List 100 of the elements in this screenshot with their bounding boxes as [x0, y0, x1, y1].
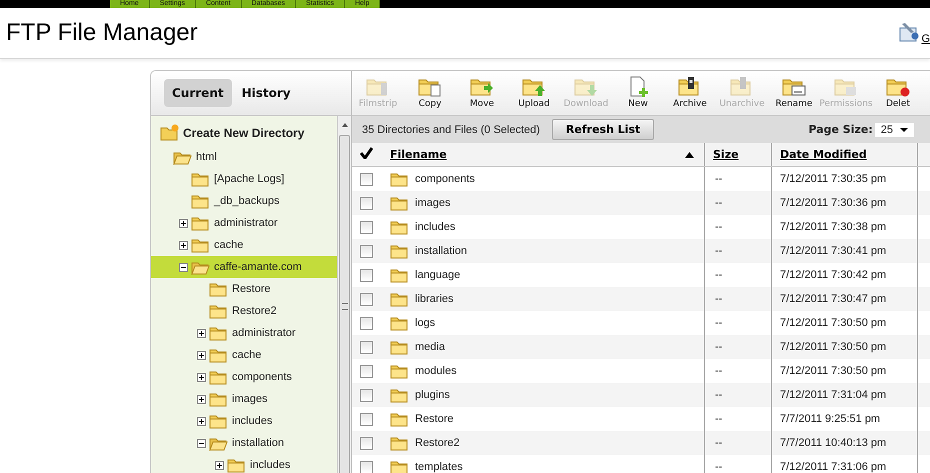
- expand-icon[interactable]: [215, 460, 224, 470]
- view-tab[interactable]: Current: [164, 79, 232, 107]
- folder-icon: [209, 281, 228, 297]
- tree-item[interactable]: includes: [151, 454, 337, 473]
- collapse-icon[interactable]: [179, 262, 188, 272]
- tree-item[interactable]: cache: [151, 344, 337, 366]
- date-modified: 7/12/2011 7:30:38 pm: [780, 221, 886, 233]
- row-checkbox[interactable]: [360, 364, 373, 378]
- folder-icon: [390, 315, 409, 331]
- file-size: --: [715, 437, 722, 449]
- tree-item[interactable]: installation: [151, 432, 337, 454]
- new-folder-icon: [160, 124, 180, 141]
- row-checkbox[interactable]: [360, 292, 373, 306]
- row-checkbox[interactable]: [360, 340, 373, 354]
- file-name[interactable]: modules: [415, 365, 457, 377]
- tree-item[interactable]: administrator: [151, 212, 337, 234]
- expand-icon[interactable]: [197, 328, 206, 338]
- tree-item[interactable]: _db_backups: [151, 190, 337, 212]
- column-header[interactable]: Size: [704, 143, 772, 166]
- tree-item[interactable]: caffe-amante.com: [151, 256, 337, 278]
- file-size: --: [715, 173, 722, 185]
- expand-icon[interactable]: [197, 394, 206, 404]
- folder-icon: [209, 347, 228, 363]
- collapse-icon[interactable]: [197, 438, 206, 448]
- date-modified: 7/12/2011 7:30:50 pm: [780, 317, 886, 329]
- page-size-label: Page Size:: [808, 123, 873, 136]
- page-size-select[interactable]: 25: [874, 122, 914, 136]
- row-checkbox[interactable]: [360, 412, 373, 426]
- row-checkbox[interactable]: [360, 196, 373, 210]
- folder-icon: [390, 171, 409, 187]
- file-size: --: [715, 317, 722, 329]
- toolbar-button[interactable]: Delet: [872, 71, 924, 115]
- tree-item[interactable]: images: [151, 388, 337, 410]
- file-size: --: [715, 389, 722, 401]
- toolbar-button[interactable]: New: [612, 71, 664, 115]
- expand-icon[interactable]: [179, 218, 188, 228]
- create-directory-link[interactable]: Create New Directory: [151, 122, 337, 146]
- file-size: --: [715, 341, 722, 353]
- file-name[interactable]: media: [415, 341, 445, 353]
- header-link[interactable]: G: [921, 32, 930, 44]
- expand-icon[interactable]: [179, 240, 188, 250]
- folder-icon: [390, 387, 409, 403]
- row-checkbox[interactable]: [360, 220, 373, 234]
- date-modified: 7/12/2011 7:30:41 pm: [780, 245, 886, 257]
- file-name[interactable]: Restore: [415, 413, 454, 425]
- toolbar-button[interactable]: Copy: [404, 71, 456, 115]
- file-size: --: [715, 461, 722, 473]
- check-all-icon[interactable]: [360, 147, 373, 159]
- folder-icon: [209, 413, 228, 429]
- file-name[interactable]: components: [415, 173, 475, 185]
- file-name[interactable]: templates: [415, 461, 463, 473]
- expand-icon[interactable]: [197, 416, 206, 426]
- tree-item[interactable]: includes: [151, 410, 337, 432]
- row-checkbox[interactable]: [360, 268, 373, 282]
- file-size: --: [715, 245, 722, 257]
- tree-item[interactable]: Restore: [151, 278, 337, 300]
- tree-item[interactable]: components: [151, 366, 337, 388]
- scroll-thumb[interactable]: [339, 135, 350, 473]
- row-checkbox[interactable]: [360, 172, 373, 186]
- date-modified: 7/7/2011 10:40:13 pm: [780, 437, 886, 449]
- file-name[interactable]: images: [415, 197, 450, 209]
- file-name[interactable]: language: [415, 269, 460, 281]
- row-checkbox[interactable]: [360, 388, 373, 402]
- folder-icon: [191, 193, 210, 209]
- row-checkbox[interactable]: [360, 244, 373, 258]
- folder-icon: [191, 171, 210, 187]
- toolbar-button[interactable]: Upload: [508, 71, 560, 115]
- date-modified: 7/12/2011 7:30:36 pm: [780, 197, 886, 209]
- expand-icon[interactable]: [197, 350, 206, 360]
- date-modified: 7/12/2011 7:30:50 pm: [780, 365, 886, 377]
- expand-icon[interactable]: [197, 372, 206, 382]
- file-name[interactable]: plugins: [415, 389, 450, 401]
- row-checkbox[interactable]: [360, 436, 373, 450]
- file-size: --: [715, 365, 722, 377]
- tree-item[interactable]: Restore2: [151, 300, 337, 322]
- file-name[interactable]: installation: [415, 245, 467, 257]
- folder-icon: [227, 457, 246, 473]
- folder-icon: [390, 339, 409, 355]
- file-name[interactable]: logs: [415, 317, 436, 329]
- tree-item[interactable]: administrator: [151, 322, 337, 344]
- view-tab[interactable]: History: [234, 79, 299, 107]
- sort-ascending-icon[interactable]: [685, 152, 694, 158]
- row-checkbox[interactable]: [360, 316, 373, 330]
- toolbar-button[interactable]: Archive: [664, 71, 716, 115]
- toolbar-button[interactable]: Move: [456, 71, 508, 115]
- toolbar-button[interactable]: Rename: [768, 71, 820, 115]
- file-name[interactable]: Restore2: [415, 437, 460, 449]
- tree-item[interactable]: html: [151, 146, 337, 168]
- folder-icon: [390, 459, 409, 473]
- file-size: --: [715, 293, 722, 305]
- refresh-button[interactable]: Refresh List: [552, 119, 654, 140]
- row-checkbox[interactable]: [360, 460, 373, 473]
- scrollbar[interactable]: [337, 116, 351, 473]
- column-header[interactable]: Date Modified: [772, 143, 918, 166]
- column-header[interactable]: Filename: [382, 143, 704, 166]
- file-name[interactable]: includes: [415, 221, 456, 233]
- file-name[interactable]: libraries: [415, 293, 454, 305]
- tree-item[interactable]: [Apache Logs]: [151, 168, 337, 190]
- tree-item[interactable]: cache: [151, 234, 337, 256]
- date-modified: 7/12/2011 7:30:50 pm: [780, 341, 886, 353]
